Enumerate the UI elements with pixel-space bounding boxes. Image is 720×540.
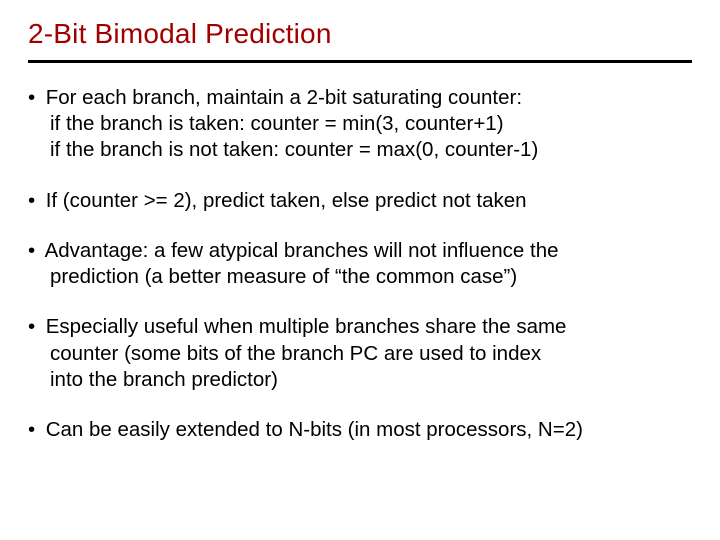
bullet-cont: prediction (a better measure of “the com… xyxy=(28,264,692,290)
bullet-cont: if the branch is taken: counter = min(3,… xyxy=(28,111,692,137)
bullet-lead: • If (counter >= 2), predict taken, else… xyxy=(28,188,692,214)
bullet-cont: counter (some bits of the branch PC are … xyxy=(28,341,692,367)
bullet-lead-text: Can be easily extended to N-bits (in mos… xyxy=(46,418,583,441)
bullet-item: • Especially useful when multiple branch… xyxy=(28,314,692,393)
slide: 2-Bit Bimodal Prediction • For each bran… xyxy=(0,0,720,540)
bullet-dot-icon: • xyxy=(28,417,40,443)
bullet-lead-text: For each branch, maintain a 2-bit satura… xyxy=(46,86,522,109)
bullet-lead-text: Especially useful when multiple branches… xyxy=(46,315,567,338)
bullet-cont: into the branch predictor) xyxy=(28,367,692,393)
bullet-dot-icon: • xyxy=(28,238,40,264)
slide-title: 2-Bit Bimodal Prediction xyxy=(28,18,692,50)
bullet-item: • If (counter >= 2), predict taken, else… xyxy=(28,188,692,214)
bullet-lead: • Can be easily extended to N-bits (in m… xyxy=(28,417,692,443)
bullet-lead: • Advantage: a few atypical branches wil… xyxy=(28,238,692,264)
bullet-dot-icon: • xyxy=(28,188,40,214)
bullet-item: • Advantage: a few atypical branches wil… xyxy=(28,238,692,290)
bullet-lead-text: Advantage: a few atypical branches will … xyxy=(45,239,559,262)
bullet-item: • For each branch, maintain a 2-bit satu… xyxy=(28,85,692,164)
title-rule xyxy=(28,60,692,63)
bullet-dot-icon: • xyxy=(28,314,40,340)
bullet-dot-icon: • xyxy=(28,85,40,111)
bullet-item: • Can be easily extended to N-bits (in m… xyxy=(28,417,692,443)
bullet-lead: • Especially useful when multiple branch… xyxy=(28,314,692,340)
bullet-cont: if the branch is not taken: counter = ma… xyxy=(28,137,692,163)
bullet-lead-text: If (counter >= 2), predict taken, else p… xyxy=(46,189,527,212)
slide-body: • For each branch, maintain a 2-bit satu… xyxy=(28,85,692,443)
bullet-lead: • For each branch, maintain a 2-bit satu… xyxy=(28,85,692,111)
